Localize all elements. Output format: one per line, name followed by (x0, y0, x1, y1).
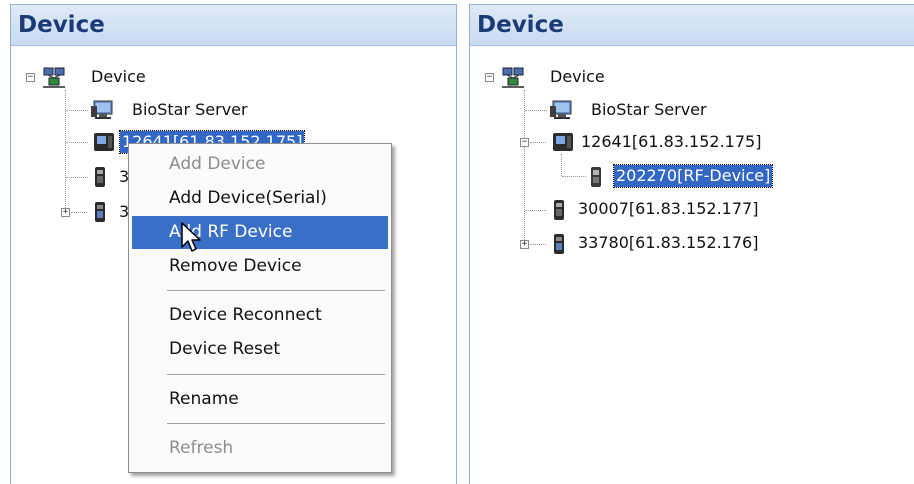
tree-rf-device-label-selected[interactable]: 202270[RF-Device] (612, 164, 774, 188)
collapse-toggle[interactable]: − (26, 73, 35, 82)
tree-server-label[interactable]: BioStar Server (130, 99, 250, 121)
server-icon (91, 100, 113, 119)
tree-server-label[interactable]: BioStar Server (589, 99, 709, 121)
tree-root-label[interactable]: Device (89, 66, 148, 88)
menu-separator (167, 374, 385, 375)
menu-separator (167, 290, 385, 291)
device-icon (95, 167, 105, 187)
mouse-cursor-icon (181, 222, 201, 252)
tree-connector (530, 142, 546, 143)
tree-device-label[interactable]: 30007[61.83.152.177] (576, 198, 760, 220)
tree-connector (562, 176, 586, 177)
tree-connector (66, 110, 88, 111)
device-tree[interactable]: − Device BioStar Server − 12641[61.83.15… (470, 46, 914, 484)
context-menu: Add Device Add Device(Serial) Add RF Dev… (128, 143, 392, 473)
panel-header: Device (470, 5, 914, 46)
tree-connector (66, 142, 88, 143)
rf-device-icon (591, 167, 601, 187)
tree-connector (530, 244, 546, 245)
device-icon (95, 202, 105, 222)
panel-title: Device (477, 12, 564, 38)
server-icon (550, 100, 572, 119)
menu-item-rename[interactable]: Rename (132, 383, 388, 416)
menu-item-device-reset[interactable]: Device Reset (132, 333, 388, 366)
tree-device-label[interactable]: 33780[61.83.152.176] (576, 232, 760, 254)
tree-device-label[interactable]: 12641[61.83.152.175] (579, 131, 763, 153)
device-icon (554, 200, 564, 220)
tree-root-label[interactable]: Device (548, 66, 607, 88)
tree-connector (525, 210, 547, 211)
panel-header: Device (11, 5, 456, 46)
tree-connector (71, 212, 87, 213)
menu-item-device-reconnect[interactable]: Device Reconnect (132, 299, 388, 332)
tree-connector (65, 90, 66, 216)
collapse-toggle[interactable]: − (520, 138, 529, 147)
tree-connector (561, 154, 562, 176)
tree-connector (525, 110, 547, 111)
device-icon (94, 133, 114, 151)
menu-item-remove-device[interactable]: Remove Device (132, 250, 388, 283)
expand-toggle[interactable]: + (520, 240, 529, 249)
network-icon (502, 67, 524, 88)
menu-item-add-rf-device[interactable]: Add RF Device (132, 216, 388, 249)
menu-item-add-device[interactable]: Add Device (132, 148, 388, 181)
tree-connector (524, 90, 525, 246)
device-panel-right: Device − Device BioStar Server − 12641[6… (469, 4, 914, 484)
collapse-toggle[interactable]: − (485, 73, 494, 82)
device-icon (554, 234, 564, 254)
menu-separator (167, 423, 385, 424)
network-icon (43, 67, 65, 88)
menu-item-refresh[interactable]: Refresh (132, 432, 388, 465)
expand-toggle[interactable]: + (61, 208, 70, 217)
device-icon (553, 133, 573, 151)
panel-title: Device (18, 12, 105, 38)
menu-item-add-device-serial[interactable]: Add Device(Serial) (132, 182, 388, 215)
tree-connector (66, 177, 88, 178)
